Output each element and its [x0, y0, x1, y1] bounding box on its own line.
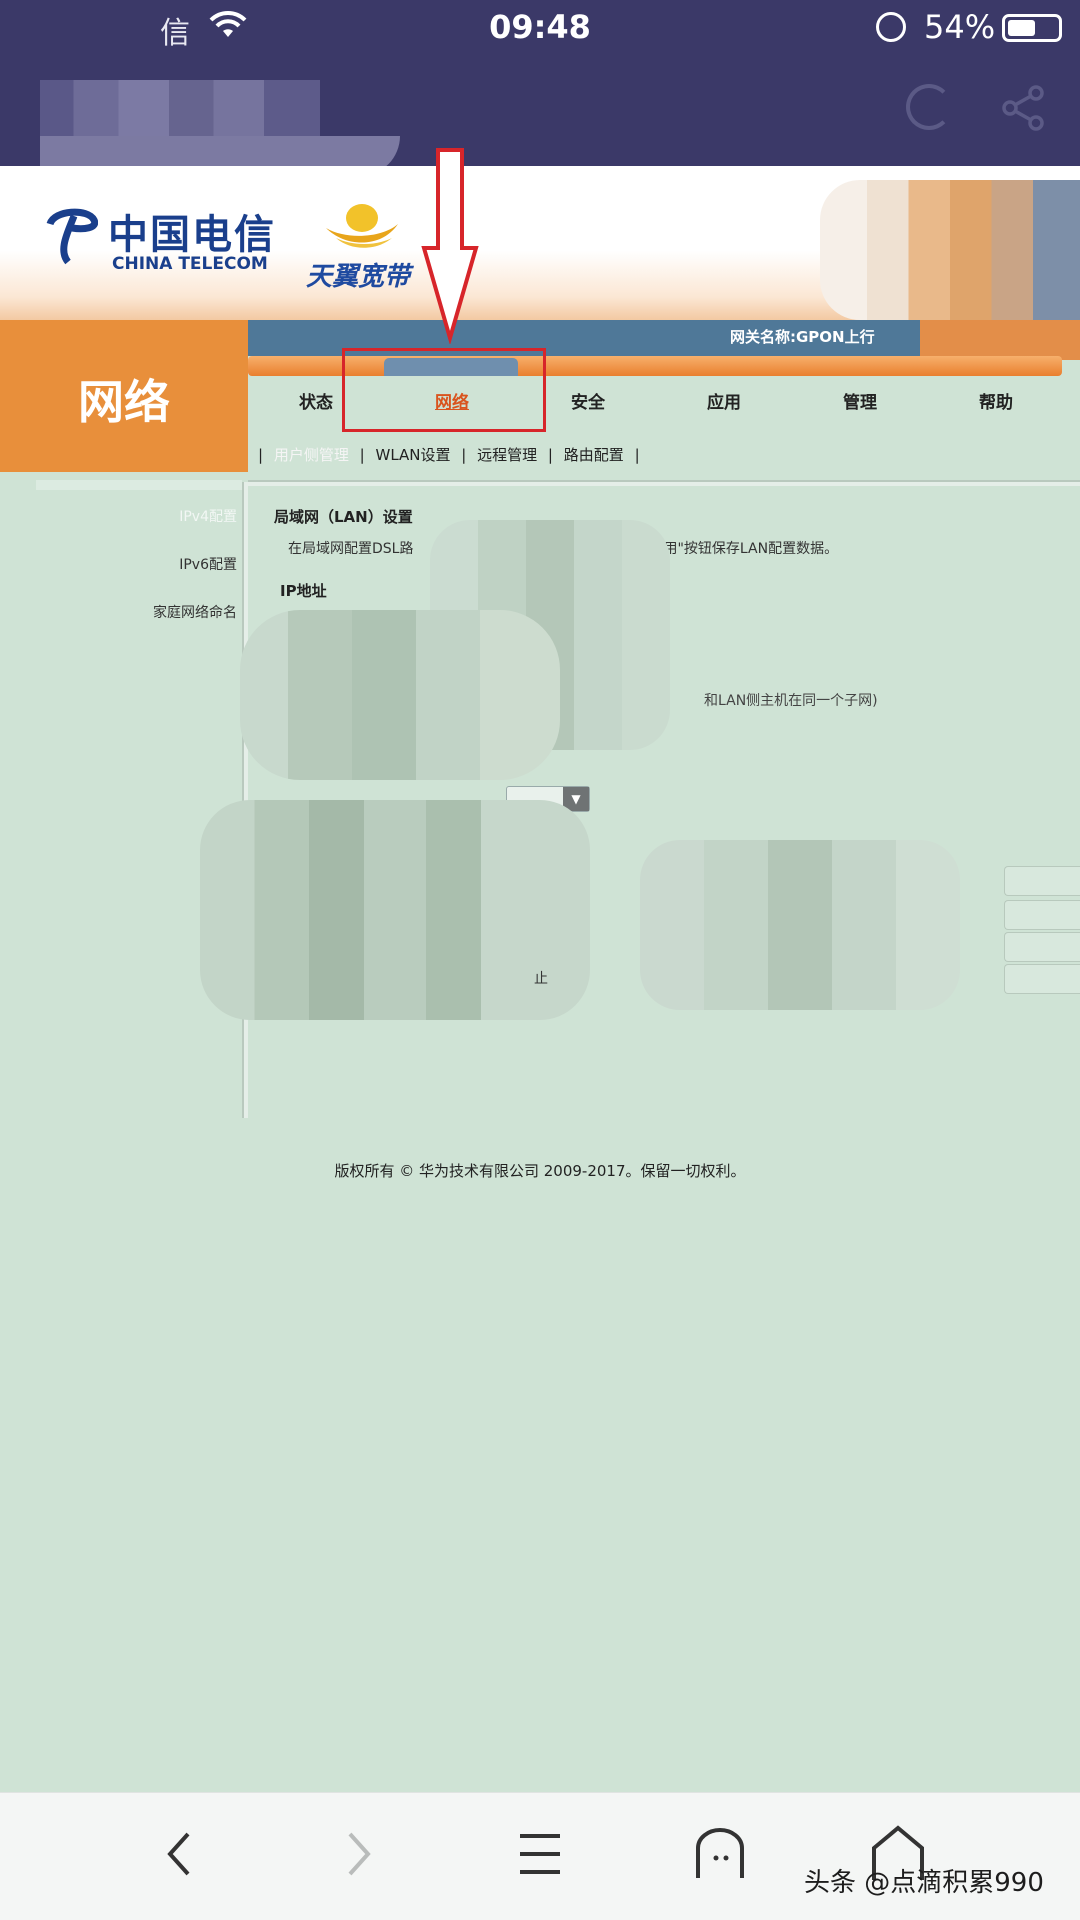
gateway-name: 网关名称:GPON上行	[730, 328, 875, 346]
copyright-text: 版权所有 © 华为技术有限公司 2009-2017。保留一切权利。	[334, 1162, 746, 1180]
content-top-border	[248, 480, 1080, 486]
reload-icon[interactable]	[906, 84, 952, 130]
blurred-banner-area	[820, 180, 1080, 320]
battery-fill	[1008, 20, 1035, 36]
rotation-lock-icon	[876, 12, 906, 42]
logo-english-name: CHINA TELECOM	[112, 254, 268, 274]
battery-icon	[1002, 14, 1062, 42]
subnav-wlan[interactable]: WLAN设置	[375, 446, 450, 464]
subnav-separator: |	[634, 446, 640, 464]
ip-address-heading: IP地址	[280, 582, 327, 600]
tab-help[interactable]: 帮助	[928, 388, 1064, 413]
tab-applications[interactable]: 应用	[656, 388, 792, 413]
input-field[interactable]	[1004, 932, 1080, 962]
tab-management[interactable]: 管理	[792, 388, 928, 413]
share-icon[interactable]	[1000, 84, 1048, 132]
browser-header	[0, 56, 1080, 176]
status-bar: 信 09:48 54%	[0, 0, 1080, 56]
clock: 09:48	[489, 8, 591, 46]
brand-name: 天翼宽带	[306, 262, 411, 292]
pixelated-area	[640, 840, 960, 1010]
down-arrow-annotation	[421, 148, 479, 344]
highlight-box	[342, 348, 546, 432]
blurred-address[interactable]	[40, 80, 320, 136]
section-block: 网络	[0, 320, 248, 472]
forward-icon[interactable]	[328, 1824, 388, 1884]
blurred-gateway-area	[920, 320, 1080, 360]
sidebar-item-ipv4[interactable]: IPv4配置	[179, 506, 237, 526]
section-title: 网络	[78, 375, 170, 429]
subnav-user-side[interactable]: 用户侧管理	[274, 446, 349, 464]
tianyi-logo-icon	[326, 204, 398, 248]
partial-label: 止	[534, 971, 548, 987]
page-title: 局域网（LAN）设置	[274, 508, 413, 526]
subnav-separator: |	[547, 446, 553, 464]
sidebar-item-ipv6[interactable]: IPv6配置	[179, 554, 237, 574]
subnav-separator: |	[258, 446, 264, 464]
subnav-separator: |	[461, 446, 467, 464]
description-end: 应用"按钮保存LAN配置数据。	[649, 541, 839, 557]
logo-chinese-name: 中国电信	[108, 211, 276, 258]
description-start: 在局域网配置DSL路	[288, 541, 414, 557]
subnav-remote[interactable]: 远程管理	[477, 446, 537, 464]
sidebar-item-home-network-name[interactable]: 家庭网络命名	[153, 602, 237, 622]
subnav-separator: |	[359, 446, 365, 464]
watermark-text: 头条 @点滴积累990	[804, 1868, 1044, 1898]
sub-navigation: | 用户侧管理 | WLAN设置 | 远程管理 | 路由配置 |	[258, 444, 646, 465]
sidebar-top-bar	[36, 480, 242, 490]
back-icon[interactable]	[150, 1824, 210, 1884]
menu-icon[interactable]	[510, 1824, 570, 1884]
tabs-icon[interactable]	[690, 1824, 750, 1884]
input-field[interactable]	[1004, 866, 1080, 896]
subnav-routing[interactable]: 路由配置	[564, 446, 624, 464]
pixelated-area	[240, 610, 560, 780]
china-telecom-logo-icon	[46, 208, 98, 265]
input-field[interactable]	[1004, 900, 1080, 930]
subnet-hint: 和LAN侧主机在同一个子网)	[704, 693, 878, 709]
input-field[interactable]	[1004, 964, 1080, 994]
battery-percent: 54%	[924, 8, 996, 46]
pixelated-area	[200, 800, 590, 1020]
telecom-banner: 中国电信 CHINA TELECOM 天翼宽带	[0, 166, 1080, 320]
